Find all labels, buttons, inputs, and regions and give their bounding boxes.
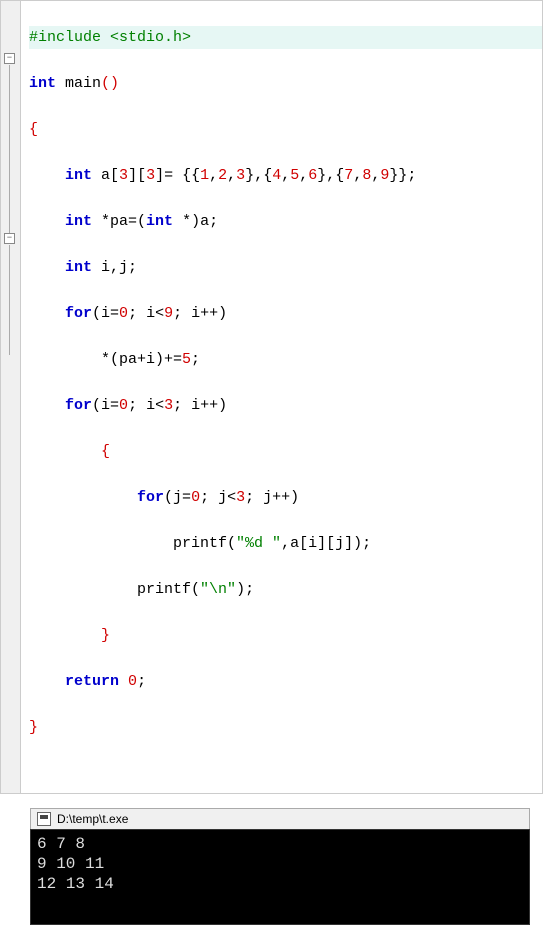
code-line[interactable]: } <box>29 716 542 739</box>
code-area[interactable]: #include <stdio.h> int main() { int a[3]… <box>21 1 542 793</box>
code-line[interactable]: { <box>29 440 542 463</box>
code-line[interactable]: int i,j; <box>29 256 542 279</box>
code-line[interactable]: int main() <box>29 72 542 95</box>
console-line: 9 10 11 <box>37 855 104 873</box>
console-line: 12 13 14 <box>37 875 114 893</box>
console-app-icon <box>37 812 51 826</box>
console-titlebar[interactable]: D:\temp\t.exe <box>30 808 530 829</box>
code-line[interactable]: printf("%d ",a[i][j]); <box>29 532 542 555</box>
fold-guide-line <box>9 65 10 233</box>
code-line[interactable]: #include <stdio.h> <box>29 26 542 49</box>
console-window: D:\temp\t.exe 6 7 8 9 10 11 12 13 14 <box>30 808 530 925</box>
fold-toggle-icon[interactable]: − <box>4 53 15 64</box>
code-line[interactable]: for(i=0; i<3; i++) <box>29 394 542 417</box>
code-line[interactable]: for(i=0; i<9; i++) <box>29 302 542 325</box>
code-line[interactable]: return 0; <box>29 670 542 693</box>
fold-gutter: − − <box>1 1 21 793</box>
fold-toggle-icon[interactable]: − <box>4 233 15 244</box>
code-editor[interactable]: − − #include <stdio.h> int main() { int … <box>0 0 543 794</box>
fold-guide-line <box>9 245 10 355</box>
code-line[interactable]: *(pa+i)+=5; <box>29 348 542 371</box>
code-line[interactable]: printf("\n"); <box>29 578 542 601</box>
code-line[interactable]: int *pa=(int *)a; <box>29 210 542 233</box>
code-line[interactable]: } <box>29 624 542 647</box>
console-title: D:\temp\t.exe <box>57 812 128 826</box>
code-line[interactable]: { <box>29 118 542 141</box>
code-line[interactable]: for(j=0; j<3; j++) <box>29 486 542 509</box>
console-line: 6 7 8 <box>37 835 85 853</box>
console-output[interactable]: 6 7 8 9 10 11 12 13 14 <box>30 829 530 925</box>
code-line[interactable]: int a[3][3]= {{1,2,3},{4,5,6},{7,8,9}}; <box>29 164 542 187</box>
